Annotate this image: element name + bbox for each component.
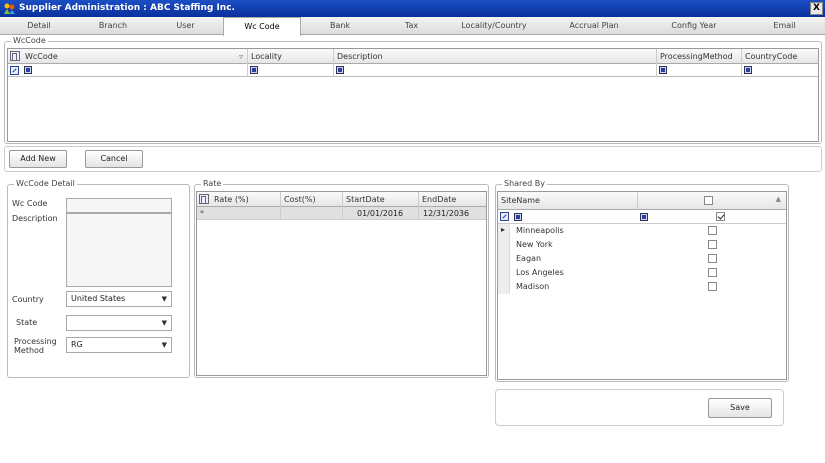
site-checkbox[interactable] xyxy=(708,240,717,249)
close-button[interactable]: X xyxy=(810,2,823,15)
add-new-button[interactable]: Add New xyxy=(9,150,67,168)
site-row[interactable]: ▸ Minneapolis xyxy=(498,224,786,238)
col-header-site-name[interactable]: SiteName xyxy=(498,192,638,210)
save-button[interactable]: Save xyxy=(708,398,772,418)
col-header-cost[interactable]: Cost(%) xyxy=(281,192,343,207)
filter-clear-icon[interactable] xyxy=(500,212,509,221)
tab-bar: Detail Branch User Wc Code Bank Tax Loca… xyxy=(0,17,825,36)
processing-method-select[interactable]: RG ▼ xyxy=(66,337,172,353)
tab-bank[interactable]: Bank xyxy=(301,17,379,35)
wc-code-input[interactable] xyxy=(66,198,172,213)
cost-cell[interactable] xyxy=(281,207,343,220)
state-label: State xyxy=(16,318,38,327)
tab-user[interactable]: User xyxy=(148,17,223,35)
tab-locality-country[interactable]: Locality/Country xyxy=(444,17,544,35)
column-chooser-icon[interactable] xyxy=(199,194,209,204)
wc-code-label: Wc Code xyxy=(12,199,48,208)
column-chooser-icon[interactable] xyxy=(10,51,20,61)
processing-method-label: Processing Method xyxy=(14,337,57,355)
tab-accrual-plan[interactable]: Accrual Plan xyxy=(544,17,644,35)
filter-operator-icon[interactable] xyxy=(640,213,648,221)
country-label: Country xyxy=(12,295,44,304)
filter-operator-icon[interactable] xyxy=(659,66,667,74)
col-header-wccode[interactable]: WcCode ▿ xyxy=(22,49,248,64)
site-checkbox[interactable] xyxy=(708,254,717,263)
rate-section: Rate Rate (%) Cost(%) StartDate EndDate … xyxy=(194,179,489,378)
filter-operator-icon[interactable] xyxy=(514,213,522,221)
rate-grid: Rate (%) Cost(%) StartDate EndDate * 01/… xyxy=(196,191,487,376)
shared-by-grid: SiteName ▲ ▸ Minneapolis New York Eagan xyxy=(497,191,787,380)
chevron-down-icon: ▼ xyxy=(161,341,167,349)
cancel-button[interactable]: Cancel xyxy=(85,150,143,168)
sort-ascending-icon[interactable]: ▲ xyxy=(776,195,781,203)
site-checkbox[interactable] xyxy=(708,282,717,291)
site-row[interactable]: Madison xyxy=(498,280,786,294)
current-row-indicator: ▸ xyxy=(498,224,510,238)
site-row[interactable]: Los Angeles xyxy=(498,266,786,280)
filter-cell-country-code[interactable] xyxy=(742,64,820,77)
wccode-grid: WcCode ▿ Locality Description Processing… xyxy=(7,48,819,142)
app-logo-icon xyxy=(4,3,15,14)
wccode-filter-row xyxy=(8,64,818,77)
row-pointer-icon: ▸ xyxy=(501,225,506,234)
col-header-locality[interactable]: Locality xyxy=(248,49,334,64)
country-select[interactable]: United States ▼ xyxy=(66,291,172,307)
wccode-grid-header: WcCode ▿ Locality Description Processing… xyxy=(8,49,818,64)
wccode-section: WcCode WcCode ▿ Locality Description Pro… xyxy=(4,36,822,144)
site-checkbox[interactable] xyxy=(708,226,717,235)
shared-filter-row xyxy=(498,210,786,224)
filter-checked-checkbox[interactable] xyxy=(716,212,725,221)
filter-clear-icon[interactable] xyxy=(10,66,19,75)
shared-by-legend: Shared By xyxy=(502,179,547,188)
rate-cell[interactable] xyxy=(211,207,281,220)
filter-operator-icon[interactable] xyxy=(250,66,258,74)
site-row[interactable]: New York xyxy=(498,238,786,252)
select-all-checkbox[interactable] xyxy=(704,196,713,205)
filter-operator-icon[interactable] xyxy=(744,66,752,74)
wccode-detail-legend: WcCode Detail xyxy=(14,179,77,188)
shared-by-section: Shared By SiteName ▲ ▸ Minneapolis New Y… xyxy=(495,179,789,382)
wccode-legend: WcCode xyxy=(11,36,48,45)
tab-detail[interactable]: Detail xyxy=(0,17,78,35)
state-select[interactable]: ▼ xyxy=(66,315,172,331)
col-header-start-date[interactable]: StartDate xyxy=(343,192,419,207)
site-row[interactable]: Eagan xyxy=(498,252,786,266)
column-filter-icon[interactable]: ▿ xyxy=(239,49,243,64)
col-header-rate[interactable]: Rate (%) xyxy=(211,192,281,207)
filter-operator-icon[interactable] xyxy=(24,66,32,74)
wccode-detail-section: WcCode Detail Wc Code Description Countr… xyxy=(7,179,190,378)
title-bar: Supplier Administration : ABC Staffing I… xyxy=(0,0,825,17)
tab-tax[interactable]: Tax xyxy=(379,17,444,35)
filter-cell-wccode[interactable] xyxy=(22,64,248,77)
filter-operator-icon[interactable] xyxy=(336,66,344,74)
col-header-end-date[interactable]: EndDate xyxy=(419,192,488,207)
tab-email[interactable]: Email xyxy=(744,17,825,35)
description-label: Description xyxy=(12,214,58,223)
new-row-marker: * xyxy=(200,209,204,218)
filter-cell-description[interactable] xyxy=(334,64,657,77)
description-textarea[interactable] xyxy=(66,213,172,287)
save-panel: Save xyxy=(495,389,784,426)
col-header-country-code[interactable]: CountryCode xyxy=(742,49,820,64)
tab-branch[interactable]: Branch xyxy=(78,17,148,35)
chevron-down-icon: ▼ xyxy=(161,319,167,327)
rate-grid-header: Rate (%) Cost(%) StartDate EndDate xyxy=(197,192,486,207)
chevron-down-icon: ▼ xyxy=(161,295,167,303)
site-checkbox[interactable] xyxy=(708,268,717,277)
tab-wc-code[interactable]: Wc Code xyxy=(223,17,301,36)
start-date-cell[interactable]: 01/01/2016 xyxy=(343,207,419,220)
col-header-processing-method[interactable]: ProcessingMethod xyxy=(657,49,742,64)
filter-cell-processing-method[interactable] xyxy=(657,64,742,77)
rate-legend: Rate xyxy=(201,179,224,188)
window-title: Supplier Administration : ABC Staffing I… xyxy=(19,3,235,13)
filter-cell-locality[interactable] xyxy=(248,64,334,77)
shared-by-grid-header: SiteName ▲ xyxy=(498,192,786,210)
rate-new-row[interactable]: * 01/01/2016 12/31/2036 xyxy=(197,207,486,220)
action-bar: Add New Cancel xyxy=(4,146,822,172)
col-header-description[interactable]: Description xyxy=(334,49,657,64)
end-date-cell[interactable]: 12/31/2036 xyxy=(419,207,488,220)
tab-config-year[interactable]: Config Year xyxy=(644,17,744,35)
